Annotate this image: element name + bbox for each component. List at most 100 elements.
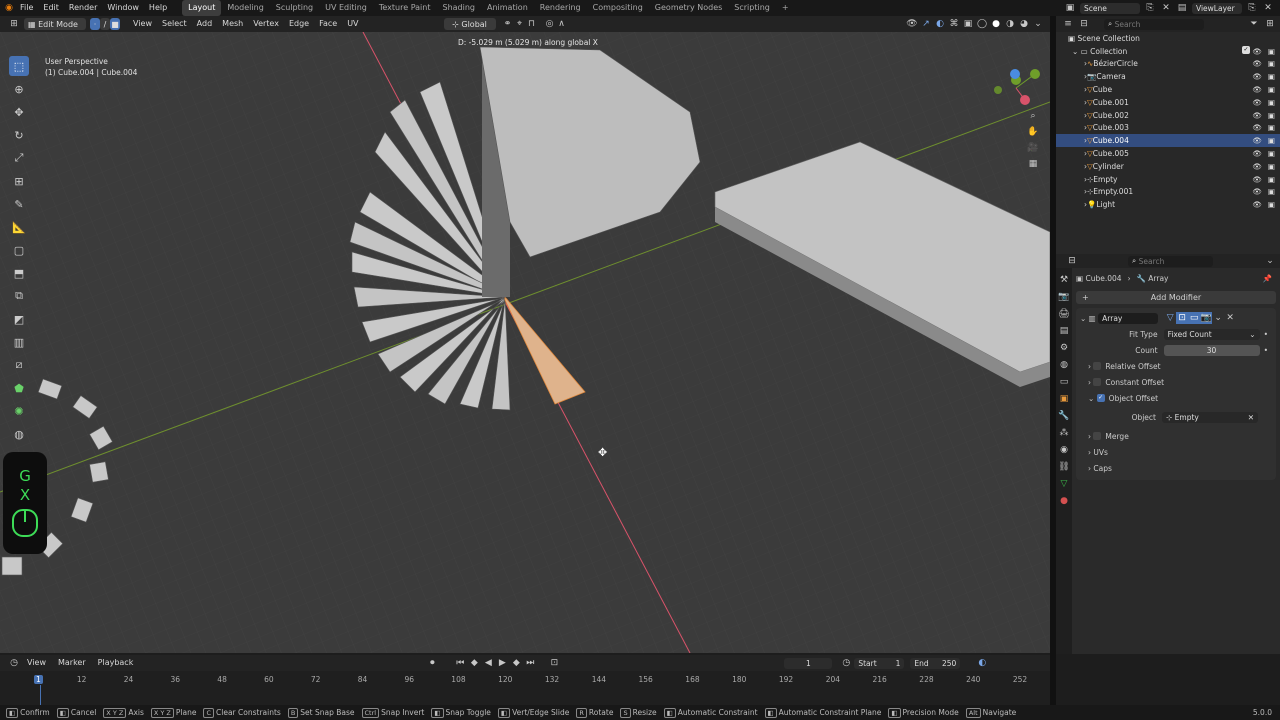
visibility-icon[interactable]: 👁 <box>1252 187 1262 196</box>
cursor-tool-icon[interactable]: ⊕ <box>9 79 29 99</box>
menu-edge[interactable]: Edge <box>284 16 314 32</box>
tab-uv-editing[interactable]: UV Editing <box>319 0 373 16</box>
tool-tab-icon[interactable]: ⚒ <box>1058 274 1070 286</box>
tab-sculpting[interactable]: Sculpting <box>270 0 319 16</box>
view-layer-selector[interactable]: ViewLayer <box>1192 2 1242 14</box>
timeline-menu-playback[interactable]: Playback <box>93 655 139 671</box>
shading-options-icon[interactable]: ⌄ <box>1032 18 1044 30</box>
properties-options-icon[interactable]: ⌄ <box>1264 255 1276 267</box>
render-visibility-icon[interactable]: ▣ <box>1268 111 1275 120</box>
visibility-icon[interactable]: 👁 <box>1252 72 1262 81</box>
next-keyframe-icon[interactable]: ◆ <box>510 657 522 669</box>
outliner-item-empty[interactable]: › ⊹ Empty 👁 ▣ <box>1056 173 1280 186</box>
tab-layout[interactable]: Layout <box>182 0 222 16</box>
visibility-icon[interactable]: 👁 <box>1252 175 1262 184</box>
viewport-toggle-icon[interactable]: ▭ <box>1188 312 1201 324</box>
output-tab-icon[interactable]: 🖨 <box>1058 308 1070 320</box>
outliner-item-cylinder[interactable]: › ▽ Cylinder 👁 ▣ <box>1056 160 1280 173</box>
collection-visibility-icon[interactable]: 👁 <box>1252 47 1262 56</box>
render-visibility-icon[interactable]: ▣ <box>1268 59 1275 68</box>
measure-tool-icon[interactable]: 📐 <box>9 217 29 237</box>
tab-texture-paint[interactable]: Texture Paint <box>373 0 437 16</box>
blender-logo-icon[interactable]: ◉ <box>3 2 15 14</box>
timeline-menu-marker[interactable]: Marker <box>53 655 91 671</box>
relative-offset-row[interactable]: › Relative Offset <box>1076 358 1276 374</box>
modifier-tab-icon[interactable]: 🔧 <box>1058 410 1070 422</box>
menu-file[interactable]: File <box>15 0 38 16</box>
outliner-item-cube-005[interactable]: › ▽ Cube.005 👁 ▣ <box>1056 147 1280 160</box>
camera-view-icon[interactable]: 🎥 <box>1027 142 1039 154</box>
zoom-icon[interactable]: ⌕ <box>1027 110 1039 122</box>
visibility-icon[interactable]: 👁 <box>1252 59 1262 68</box>
falloff-icon[interactable]: ∧ <box>556 18 568 30</box>
extrude-tool-icon[interactable]: ⬒ <box>9 263 29 283</box>
visibility-icon[interactable]: 👁 <box>1252 136 1262 145</box>
edit-mode-toggle-icon[interactable]: ⊡ <box>1176 312 1189 324</box>
relative-offset-checkbox[interactable] <box>1093 362 1102 370</box>
menu-uv[interactable]: UV <box>342 16 363 32</box>
offset-object-field[interactable]: ⊹ Empty ✕ <box>1162 411 1258 423</box>
solid-shading-icon[interactable]: ● <box>990 18 1002 30</box>
render-visibility-icon[interactable]: ▣ <box>1268 85 1275 94</box>
prev-keyframe-icon[interactable]: ◆ <box>468 657 480 669</box>
modifier-name-field[interactable]: Array <box>1098 312 1159 324</box>
count-keyframe-dot-icon[interactable]: • <box>1264 346 1268 355</box>
visibility-icon[interactable]: 👁 <box>1252 85 1262 94</box>
collection-checkbox[interactable]: ✓ <box>1242 45 1250 54</box>
menu-face[interactable]: Face <box>314 16 342 32</box>
poly-build-tool-icon[interactable]: ⬟ <box>9 378 29 398</box>
playhead-frame-label[interactable]: 1 <box>34 675 43 684</box>
scene-collection-row[interactable]: ▣ Scene Collection <box>1056 32 1280 45</box>
add-workspace-button[interactable]: + <box>776 0 795 16</box>
fit-type-select[interactable]: Fixed Count ⌄ <box>1163 328 1260 340</box>
tab-scripting[interactable]: Scripting <box>728 0 776 16</box>
clock-icon[interactable]: ◷ <box>840 657 852 669</box>
material-tab-icon[interactable]: ● <box>1058 495 1070 507</box>
uvs-row[interactable]: › UVs <box>1076 444 1276 460</box>
close-layer-icon[interactable]: ✕ <box>1262 2 1274 14</box>
new-collection-icon[interactable]: ⊞ <box>1264 18 1276 30</box>
ortho-toggle-icon[interactable]: ▦ <box>1027 158 1039 170</box>
face-select-button[interactable]: ■ <box>110 18 120 30</box>
clear-field-icon[interactable]: ✕ <box>1248 413 1254 422</box>
outliner-item-light[interactable]: › 💡 Light 👁 ▣ <box>1056 198 1280 211</box>
outliner-item-cube[interactable]: › ▽ Cube 👁 ▣ <box>1056 83 1280 96</box>
play-reverse-icon[interactable]: ◀ <box>482 657 494 669</box>
caps-row[interactable]: › Caps <box>1076 460 1276 476</box>
menu-edit[interactable]: Edit <box>38 0 64 16</box>
rotate-tool-icon[interactable]: ↻ <box>9 125 29 145</box>
copy-scene-icon[interactable]: ⎘ <box>1144 2 1156 14</box>
visibility-icon[interactable]: 👁 <box>1252 162 1262 171</box>
view-layer-tab-icon[interactable]: ▤ <box>1058 325 1070 337</box>
constraints-tab-icon[interactable]: ⛓ <box>1058 461 1070 473</box>
current-frame-field[interactable]: 1 <box>784 657 833 669</box>
rendered-shading-icon[interactable]: ◕ <box>1018 18 1030 30</box>
tab-geometry-nodes[interactable]: Geometry Nodes <box>649 0 728 16</box>
menu-window[interactable]: Window <box>102 0 144 16</box>
record-icon[interactable]: ⏺ <box>426 657 438 669</box>
properties-search[interactable]: ⌕ Search <box>1128 255 1213 267</box>
playhead-line[interactable] <box>40 685 41 705</box>
render-visibility-icon[interactable]: ▣ <box>1268 136 1275 145</box>
world-tab-icon[interactable]: ◍ <box>1058 359 1070 371</box>
tab-modeling[interactable]: Modeling <box>221 0 269 16</box>
collection-render-icon[interactable]: ▣ <box>1268 47 1275 56</box>
object-offset-row[interactable]: ⌄ ✓ Object Offset <box>1076 390 1276 406</box>
knife-tool-icon[interactable]: ⧄ <box>9 355 29 375</box>
render-visibility-icon[interactable]: ▣ <box>1268 123 1275 132</box>
timeline-menu-view[interactable]: View <box>22 655 51 671</box>
pan-hand-icon[interactable]: ✋ <box>1027 126 1039 138</box>
navigation-gizmo[interactable] <box>990 62 1040 107</box>
add-cube-tool-icon[interactable]: ▢ <box>9 240 29 260</box>
close-icon[interactable]: ✕ <box>1160 2 1172 14</box>
properties-editor-icon[interactable]: ⊟ <box>1066 255 1078 267</box>
modifier-menu-icon[interactable]: ⌄ <box>1212 312 1224 324</box>
outliner-editor-icon[interactable]: ≡ <box>1062 18 1074 30</box>
move-tool-icon[interactable]: ✥ <box>9 102 29 122</box>
transform-tool-icon[interactable]: ⊞ <box>9 171 29 191</box>
render-visibility-icon[interactable]: ▣ <box>1268 200 1275 209</box>
play-icon[interactable]: ▶ <box>496 657 508 669</box>
render-toggle-icon[interactable]: 📷 <box>1200 312 1213 324</box>
gizmo-icon[interactable]: ↗ <box>920 18 932 30</box>
scene-tab-icon[interactable]: ⚙ <box>1058 342 1070 354</box>
